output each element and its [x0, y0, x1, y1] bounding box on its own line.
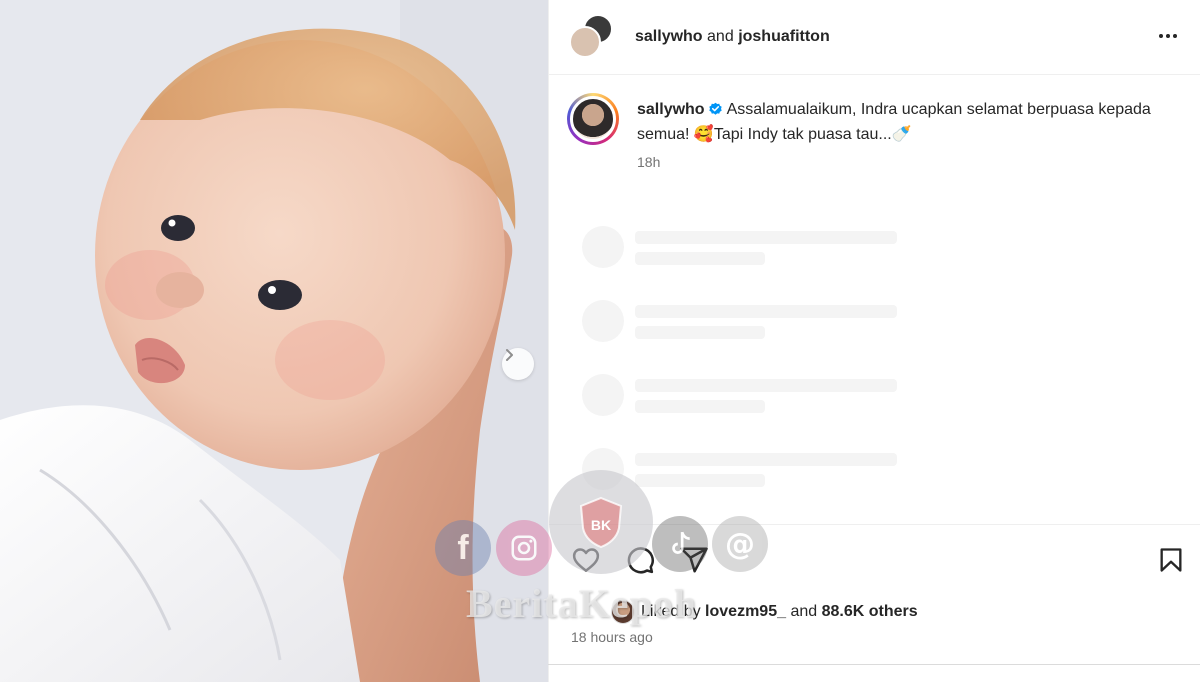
skeleton-line	[635, 326, 765, 339]
baby-photo	[0, 0, 548, 682]
verified-badge-icon	[708, 102, 722, 115]
more-horizontal-icon	[1159, 34, 1177, 38]
collab-avatars[interactable]	[569, 14, 615, 60]
caption-username[interactable]: sallywho	[637, 101, 705, 118]
skeleton-avatar	[582, 448, 624, 490]
post-authors: sallywho and joshuafitton	[635, 28, 830, 46]
skeleton-line	[635, 453, 897, 466]
comment-icon[interactable]	[625, 545, 655, 575]
heart-icon[interactable]	[571, 545, 601, 575]
caption-timestamp[interactable]: 18h	[637, 154, 660, 170]
divider	[548, 664, 1200, 665]
liked-by-username[interactable]: lovezm95_	[705, 603, 786, 621]
skeleton-avatar	[582, 300, 624, 342]
liked-by-prefix: Liked by	[641, 603, 701, 620]
more-options-button[interactable]	[1156, 24, 1180, 51]
chevron-right-icon	[506, 349, 513, 361]
post-actions: Liked by lovezm95_ and 88.6K others 18 h…	[549, 524, 1200, 682]
skeleton-line	[635, 379, 897, 392]
liked-by-others[interactable]: 88.6K others	[822, 603, 918, 621]
caption-text-block: sallywho Assalamualaikum, Indra ucapkan …	[637, 97, 1157, 147]
post-details-panel: sallywho and joshuafitton sallywho Assal…	[548, 0, 1200, 682]
skeleton-line	[635, 400, 765, 413]
avatar[interactable]	[567, 93, 619, 145]
likes-summary: Liked by lovezm95_ and 88.6K others	[611, 600, 918, 624]
avatar[interactable]	[569, 26, 601, 58]
post-timestamp[interactable]: 18 hours ago	[571, 629, 653, 645]
skeleton-line	[635, 231, 897, 244]
post-header: sallywho and joshuafitton	[549, 0, 1200, 75]
author-username[interactable]: sallywho	[635, 28, 703, 45]
skeleton-line	[635, 305, 897, 318]
next-media-button[interactable]	[502, 348, 534, 380]
skeleton-line	[635, 252, 765, 265]
author-username[interactable]: joshuafitton	[738, 28, 830, 45]
skeleton-avatar	[582, 226, 624, 268]
send-icon[interactable]	[679, 545, 709, 575]
bookmark-icon[interactable]	[1157, 545, 1185, 575]
post-media[interactable]	[0, 0, 548, 682]
skeleton-line	[635, 474, 765, 487]
author-connector: and	[707, 28, 734, 45]
skeleton-avatar	[582, 374, 624, 416]
avatar[interactable]	[611, 600, 635, 624]
liked-by-and: and	[790, 603, 818, 620]
